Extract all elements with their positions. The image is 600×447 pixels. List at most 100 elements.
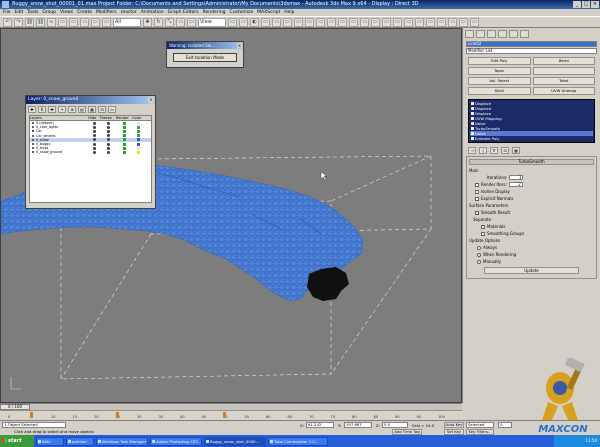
stack-tool-button-3[interactable]: ⊡ [501,147,509,154]
toolbar-button-20[interactable]: ▭ [283,18,292,27]
menu-reactor[interactable]: reactor [121,9,137,16]
app-icon[interactable] [2,1,9,8]
toolbar-button-5[interactable]: ▭ [58,18,67,27]
toolbar-button-27[interactable]: ▭ [360,18,369,27]
update-button[interactable]: Update [484,267,579,274]
menu-edit[interactable]: Edit [15,9,24,16]
toolbar-button-29[interactable]: ▭ [382,18,391,27]
create-tab-icon[interactable] [465,30,474,38]
menu-animation[interactable]: Animation [141,9,164,16]
layer-tool-button-7[interactable]: ⊟ [98,106,106,113]
freeze-toggle[interactable] [100,150,116,154]
toolbar-button-31[interactable]: ▭ [404,18,413,27]
taskbar-task-button[interactable]: Windows Task Manager [96,436,148,446]
start-button[interactable]: start [0,435,34,447]
iterations-spinner[interactable]: 1 [509,175,524,180]
materials-checkbox[interactable] [481,224,485,229]
always-radio[interactable] [477,245,481,250]
modifier-shortcut-button-2[interactable]: Taper [468,67,531,75]
toolbar-button-8[interactable]: ▭ [91,18,100,27]
toolbar-button-37[interactable]: ▭ [470,18,479,27]
keyframe-marker[interactable] [29,412,33,418]
layer-name[interactable]: 0_snow_ground [30,150,88,154]
exit-isolation-mode-button[interactable]: Exit Isolation Mode [173,53,237,62]
y-coordinate-field[interactable]: 197.667 [344,422,372,428]
layer-tool-button-6[interactable]: ▦ [88,106,96,113]
isolation-dialog-close-button[interactable]: × [237,43,242,48]
menu-create[interactable]: Create [77,9,92,16]
x-coordinate-field[interactable]: 91.242 [306,422,334,428]
taskbar-task-button[interactable]: Wiki [36,436,64,446]
modifier-shortcut-button-6[interactable]: Shell [468,87,531,95]
stack-tool-button-0[interactable]: ⊣ [468,147,476,154]
maximize-button[interactable]: □ [582,1,590,8]
layer-manager-close-button[interactable]: × [148,97,154,103]
toolbar-button-34[interactable]: ▭ [437,18,446,27]
perspective-viewport[interactable] [0,28,462,403]
turbosmooth-title[interactable]: TurboSmooth [469,159,594,165]
stack-tool-button-2[interactable]: ∀ [490,147,498,154]
layer-tool-button-8[interactable]: ▭ [108,106,116,113]
toolbar-button-3[interactable]: ⛓ [36,18,45,27]
layer-tool-button-2[interactable]: ✚ [48,106,56,113]
layer-tool-button-0[interactable]: ✚ [28,106,36,113]
toolbar-button-22[interactable]: ▭ [305,18,314,27]
modifier-shortcut-button-5[interactable]: Twist [532,77,595,85]
selection-filter-dropdown[interactable]: All [113,18,141,27]
toolbar-button-4[interactable]: ≈ [47,18,56,27]
auto-key-button[interactable]: Auto Key [444,422,464,428]
modifier-shortcut-button-0[interactable]: Edit Poly [468,57,531,65]
toolbar-button-21[interactable]: ▭ [294,18,303,27]
utilities-tab-icon[interactable] [520,30,529,38]
layer-tool-button-1[interactable]: K [38,106,46,113]
layer-row[interactable]: 0_snow_ground [30,150,151,154]
z-coordinate-field[interactable]: 0.0 [382,422,408,428]
toolbar-button-18[interactable]: ▭ [261,18,270,27]
toolbar-button-9[interactable]: ▭ [102,18,111,27]
toolbar-button-14[interactable]: ▭ [187,18,196,27]
time-slider[interactable]: 0 / 100 [0,403,462,410]
toolbar-button-23[interactable]: ▭ [316,18,325,27]
stack-item[interactable]: Editable Poly [470,136,593,141]
explicit-normals-checkbox[interactable] [475,196,479,201]
stack-tool-button-1[interactable]: | [479,147,487,154]
track-bar[interactable]: 0510152025303540455055606570758085909510… [0,410,462,420]
menu-tools[interactable]: Tools [27,9,38,16]
modify-tab-icon[interactable] [476,30,485,38]
close-button[interactable]: × [591,1,599,8]
color-swatch[interactable] [132,150,144,154]
toolbar-button-13[interactable]: ▭ [176,18,185,27]
modifier-shortcut-button-7[interactable]: UVW Unwrap [532,87,595,95]
menu-graph-editors[interactable]: Graph Editors [168,9,199,16]
manually-radio[interactable] [477,259,481,264]
toolbar-button-1[interactable]: ↷ [14,18,23,27]
keyframe-marker[interactable] [115,412,119,418]
modifier-shortcut-button-1[interactable]: Bend [532,57,595,65]
layer-tool-button-3[interactable]: + [58,106,66,113]
minimize-button[interactable]: _ [573,1,581,8]
toolbar-button-10[interactable]: ✥ [143,18,152,27]
isoline-display-checkbox[interactable] [475,189,479,194]
toolbar-button-12[interactable]: ⤡ [165,18,174,27]
layer-tool-button-5[interactable]: ▤ [78,106,86,113]
toolbar-button-33[interactable]: ▭ [426,18,435,27]
toolbar-button-19[interactable]: ▭ [272,18,281,27]
when-rendering-radio[interactable] [477,252,481,257]
menu-views[interactable]: Views [60,9,73,16]
selected-dropdown[interactable]: Selected [466,422,494,428]
toolbar-button-0[interactable]: ↶ [3,18,12,27]
modifier-shortcut-button-3[interactable] [532,67,595,75]
menu-modifiers[interactable]: Modifiers [96,9,117,16]
menu-group[interactable]: Group [42,9,56,16]
render-iters-checkbox[interactable] [475,182,479,187]
toolbar-button-32[interactable]: ▭ [415,18,424,27]
toolbar-button-24[interactable]: ▭ [327,18,336,27]
keyframe-marker[interactable] [223,412,226,418]
menu-rendering[interactable]: Rendering [203,9,226,16]
toolbar-button-36[interactable]: ▭ [459,18,468,27]
taskbar-task-button[interactable]: Adobe Photoshop CS3 [150,436,202,446]
hide-toggle[interactable] [88,150,100,154]
toolbar-button-7[interactable]: ▭ [80,18,89,27]
taskbar-task-button[interactable]: Total Commander 7.0... [268,436,328,446]
object-name-field[interactable]: Line02 [466,41,597,47]
